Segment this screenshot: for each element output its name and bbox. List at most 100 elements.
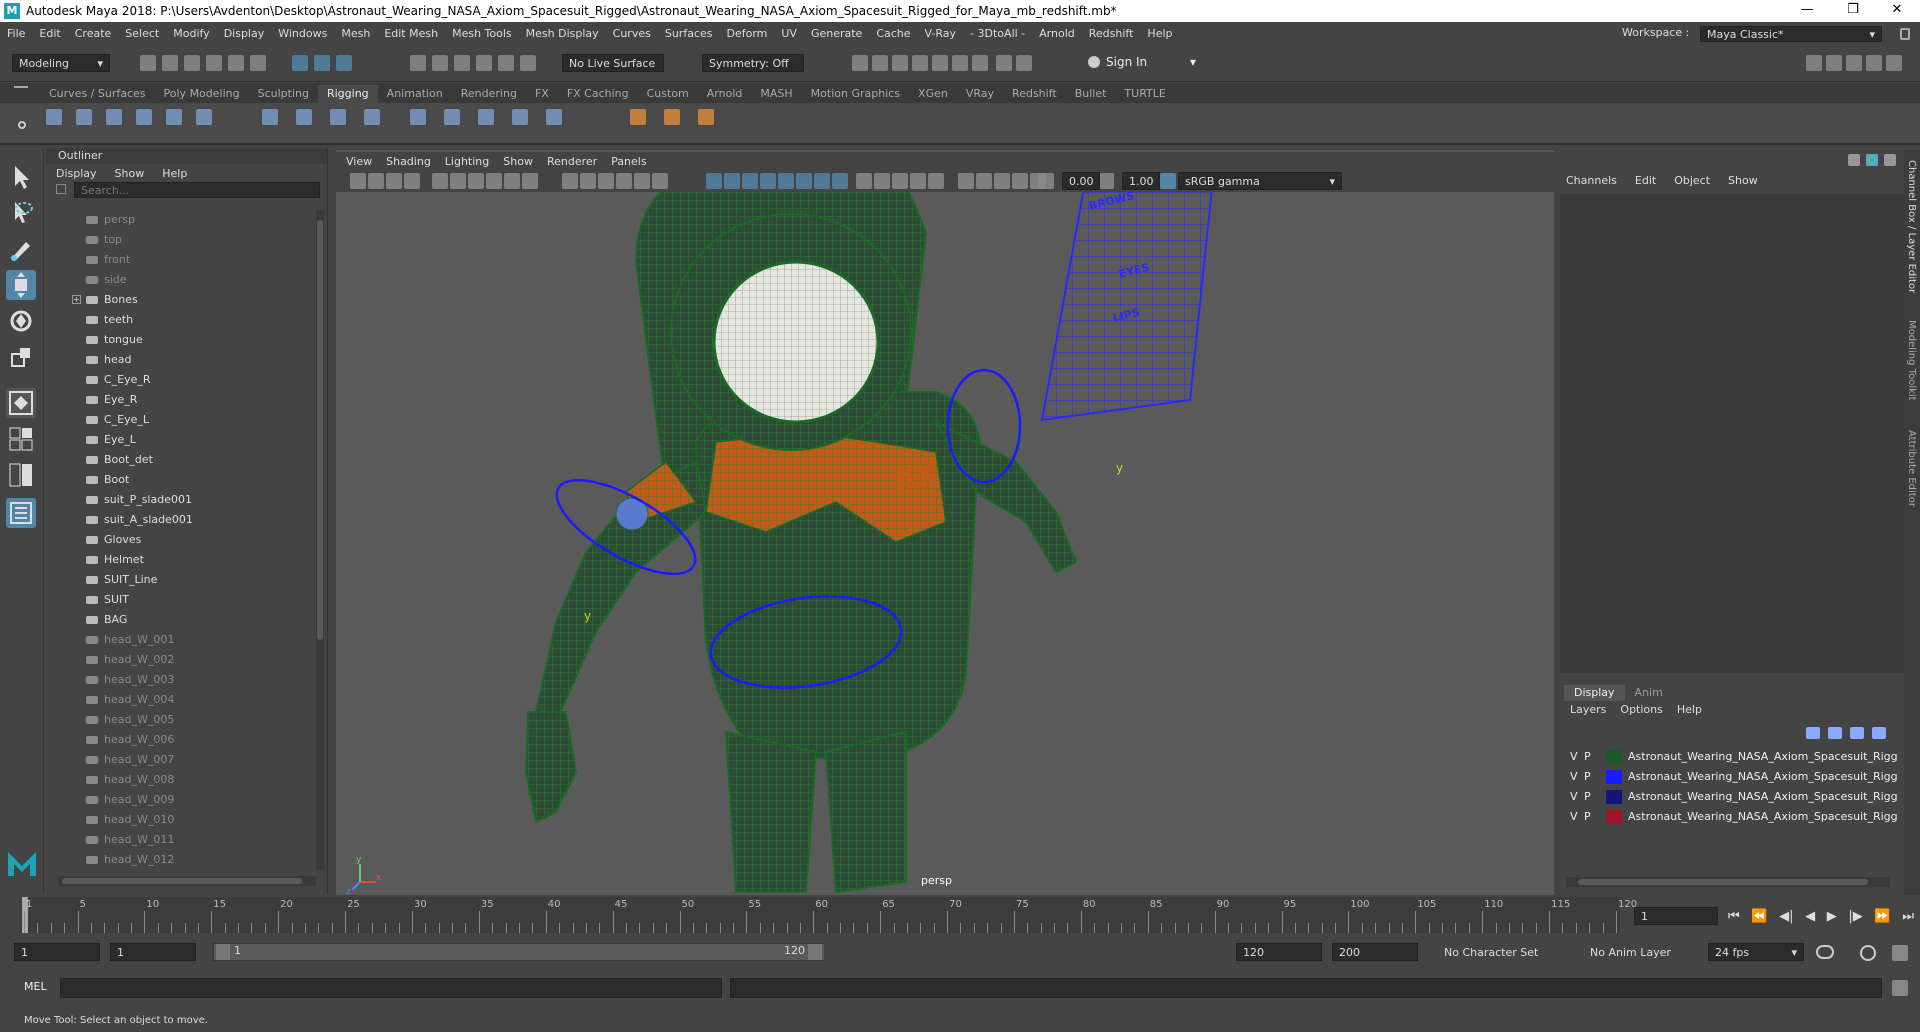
outliner-item[interactable]: head_W_001 [46,630,316,650]
viewport-light-icon-1[interactable] [856,173,872,189]
camera-tool-icon-1[interactable] [350,173,366,189]
minimize-button[interactable]: — [1784,0,1830,22]
tab-modeling-toolkit[interactable]: Modeling Toolkit [1906,320,1917,401]
viewport-shading-icon-7[interactable] [814,173,830,189]
layer-visibility-toggle[interactable]: V [1570,787,1578,807]
menu-set-dropdown[interactable]: Modeling ▾ [12,54,110,72]
file-tool-icon-4[interactable] [206,55,222,71]
step-forward-frame-icon[interactable]: |▶ [1848,909,1862,924]
viewport-menu-panels[interactable]: Panels [611,155,646,168]
viewport-display-icon-1[interactable] [432,173,448,189]
mel-label[interactable]: MEL [24,980,47,993]
camera-tool-icon-4[interactable] [404,173,420,189]
menu-display[interactable]: Display [217,27,272,40]
rigging-shelf-icon-1[interactable] [46,109,62,125]
outliner-item[interactable]: head_W_005 [46,710,316,730]
outliner-item[interactable]: head [46,350,316,370]
skin-shelf-icon-2[interactable] [296,109,312,125]
skin-shelf-icon-1[interactable] [262,109,278,125]
outliner-item[interactable]: SUIT [46,590,316,610]
outliner-menu-help[interactable]: Help [162,167,187,180]
outliner-item[interactable]: C_Eye_R [46,370,316,390]
rigging-shelf-icon-4[interactable] [136,109,152,125]
menu-redshift[interactable]: Redshift [1082,27,1141,40]
menu-cache[interactable]: Cache [869,27,917,40]
viewport-misc-icon-1[interactable] [958,173,974,189]
rigging-shelf-icon-3[interactable] [106,109,122,125]
render-icon-6[interactable] [952,55,968,71]
layer-color-swatch[interactable] [1606,790,1622,804]
viewport-display-icon-2[interactable] [450,173,466,189]
anim-layer-dropdown[interactable]: No Anim Layer [1584,943,1688,961]
shelf-tab-custom[interactable]: Custom [638,85,698,103]
channel-box-icon-1[interactable] [1848,154,1860,166]
channel-box-icon-2[interactable] [1866,154,1878,166]
scene-start-field[interactable]: 1 [14,943,100,961]
deform-shelf-icon-1[interactable] [630,109,646,125]
snap-icon-4[interactable] [476,55,492,71]
go-to-end-icon[interactable]: ⏭ [1902,909,1914,924]
channel-box-icon-3[interactable] [1884,154,1896,166]
shelf-tab-rigging[interactable]: Rigging [317,85,378,103]
near-clip-field[interactable]: 0.00 [1062,172,1100,190]
outliner-item[interactable]: Eye_R [46,390,316,410]
channel-box-menu-show[interactable]: Show [1728,174,1758,190]
shelf-tab-motion-graphics[interactable]: Motion Graphics [802,85,909,103]
outliner-item[interactable]: head_W_002 [46,650,316,670]
file-tool-icon-1[interactable] [140,55,156,71]
fps-dropdown[interactable]: 24 fps ▾ [1708,943,1804,961]
layer-color-swatch[interactable] [1606,810,1622,824]
playback-start-field[interactable]: 1 [110,943,196,961]
outliner-item[interactable]: tongue [46,330,316,350]
four-view-layout-icon[interactable] [6,424,36,454]
paint-select-tool-icon[interactable] [6,234,36,264]
outliner-item[interactable]: head_W_003 [46,670,316,690]
menu-select[interactable]: Select [118,27,166,40]
shelf-tab-rendering[interactable]: Rendering [452,85,526,103]
outliner-item[interactable]: head_W_008 [46,770,316,790]
viewport-display-icon-3[interactable] [468,173,484,189]
preferences-icon[interactable] [1892,945,1908,961]
viewport-shading-icon-6[interactable] [796,173,812,189]
outliner-search-input[interactable] [74,182,320,198]
outliner-item[interactable]: head_W_009 [46,790,316,810]
menu-mesh-tools[interactable]: Mesh Tools [445,27,519,40]
colorspace-dropdown[interactable]: sRGB gamma ▾ [1178,172,1342,190]
selection-mask-icon-3[interactable] [336,55,352,71]
selection-mask-icon-1[interactable] [292,55,308,71]
shelf-menu-icon[interactable] [14,86,28,88]
current-time-field[interactable]: 1 [1634,907,1718,925]
outliner-filter-icon[interactable] [56,184,66,194]
time-slider[interactable]: 1 5 10 15 20 25 30 35 40 45 50 55 60 65 70 75 80 85 90 95 10… [0,895,1920,935]
outliner-menu-display[interactable]: Display [56,167,97,180]
viewport-menu-show[interactable]: Show [503,155,533,168]
viewport-light-icon-4[interactable] [910,173,926,189]
shelf-tab-xgen[interactable]: XGen [909,85,957,103]
snap-icon-2[interactable] [432,55,448,71]
viewport-grid-icon-6[interactable] [652,173,668,189]
shelf-tab-fx[interactable]: FX [526,85,558,103]
outliner-item[interactable]: head_W_006 [46,730,316,750]
rigging-shelf-icon-2[interactable] [76,109,92,125]
skin-shelf-icon-4[interactable] [364,109,380,125]
viewport-display-icon-4[interactable] [486,173,502,189]
skin-shelf-icon-3[interactable] [330,109,346,125]
layer-visibility-toggle[interactable]: V [1570,767,1578,787]
ipr-icon-2[interactable] [1016,55,1032,71]
constraint-shelf-icon-1[interactable] [410,109,426,125]
channel-box-menu-object[interactable]: Object [1674,174,1710,190]
menu-generate[interactable]: Generate [804,27,869,40]
viewport-menu-renderer[interactable]: Renderer [547,155,597,168]
outliner-item[interactable]: C_Eye_L [46,410,316,430]
viewport-light-icon-5[interactable] [928,173,944,189]
lasso-tool-icon[interactable] [6,198,36,228]
outliner-item[interactable]: side [46,270,316,290]
menu-mesh[interactable]: Mesh [334,27,377,40]
shelf-tab-fx-caching[interactable]: FX Caching [558,85,638,103]
shelf-tab-vray[interactable]: VRay [957,85,1003,103]
layer-visibility-toggle[interactable]: V [1570,807,1578,827]
scene-end-field[interactable]: 200 [1332,943,1418,961]
layer-row[interactable]: V P Astronaut_Wearing_NASA_Axiom_Spacesuit… [1564,787,1898,807]
viewport-shading-icon-1[interactable] [706,173,722,189]
deform-shelf-icon-2[interactable] [664,109,680,125]
